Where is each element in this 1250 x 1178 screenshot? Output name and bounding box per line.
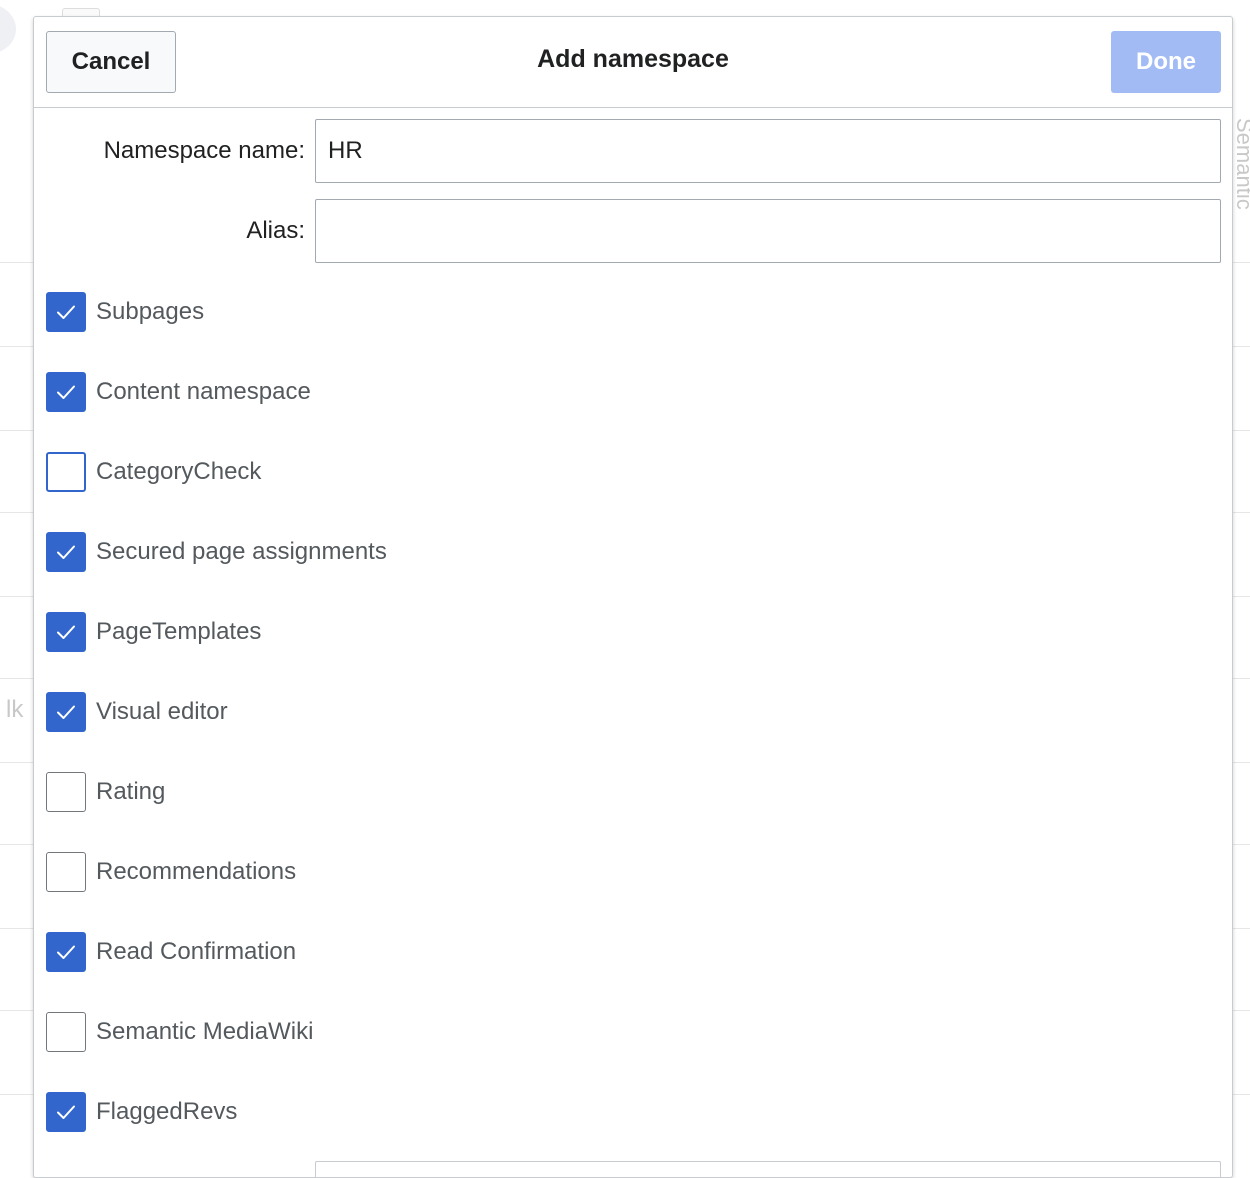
option-row[interactable]: Visual editor: [46, 692, 228, 732]
option-label: CategoryCheck: [96, 458, 262, 485]
option-label: Semantic MediaWiki: [96, 1018, 314, 1045]
option-label: Subpages: [96, 298, 205, 325]
checkbox-checked[interactable]: [46, 1092, 86, 1132]
check-icon: [57, 385, 75, 399]
option-label: Content namespace: [96, 378, 311, 405]
option-label: Visual editor: [96, 698, 228, 725]
check-icon: [57, 305, 75, 319]
alias-row: Alias:: [34, 199, 1232, 263]
option-row[interactable]: Rating: [46, 772, 165, 812]
checkbox-checked[interactable]: [46, 292, 86, 332]
option-row[interactable]: Subpages: [46, 292, 204, 332]
option-label: PageTemplates: [96, 618, 262, 645]
checkbox-unchecked[interactable]: [46, 1012, 86, 1052]
option-row[interactable]: FlaggedRevs: [46, 1092, 237, 1132]
option-row[interactable]: PageTemplates: [46, 612, 261, 652]
option-label: FlaggedRevs: [96, 1098, 238, 1125]
background-vertical-text: Semantic: [1232, 118, 1250, 210]
check-icon: [57, 545, 75, 559]
alias-label: Alias:: [246, 217, 305, 244]
checkbox-unchecked[interactable]: [46, 452, 86, 492]
option-label: Recommendations: [96, 858, 297, 885]
background-avatar: [0, 4, 16, 54]
check-icon: [57, 625, 75, 639]
option-row[interactable]: Semantic MediaWiki: [46, 1012, 313, 1052]
checkbox-checked[interactable]: [46, 372, 86, 412]
checkbox-checked[interactable]: [46, 612, 86, 652]
namespace-name-label: Namespace name:: [103, 137, 305, 164]
checkbox-unchecked[interactable]: [46, 852, 86, 892]
option-label: Secured page assignments: [96, 538, 387, 565]
check-icon: [57, 945, 75, 959]
namespace-name-row: Namespace name:: [34, 119, 1232, 183]
option-row[interactable]: Content namespace: [46, 372, 311, 412]
namespace-name-input[interactable]: [315, 119, 1221, 183]
checkbox-checked[interactable]: [46, 532, 86, 572]
dialog-title: Add namespace: [537, 45, 729, 73]
checkbox-checked[interactable]: [46, 692, 86, 732]
check-icon: [57, 705, 75, 719]
check-icon: [57, 1105, 75, 1119]
option-row[interactable]: Recommendations: [46, 852, 296, 892]
option-label: Rating: [96, 778, 166, 805]
option-row[interactable]: Secured page assignments: [46, 532, 387, 572]
checkbox-checked[interactable]: [46, 932, 86, 972]
option-row[interactable]: Read Confirmation: [46, 932, 296, 972]
cancel-button[interactable]: Cancel: [46, 31, 176, 93]
checkbox-unchecked[interactable]: [46, 772, 86, 812]
add-namespace-dialog: Cancel Add namespace Done Namespace name…: [33, 16, 1233, 1178]
option-label: Read Confirmation: [96, 938, 297, 965]
alias-input[interactable]: [315, 199, 1221, 263]
background-side-text: lk: [6, 696, 24, 723]
dialog-header: Cancel Add namespace Done: [34, 17, 1232, 108]
option-row[interactable]: CategoryCheck: [46, 452, 261, 492]
done-button[interactable]: Done: [1111, 31, 1221, 93]
